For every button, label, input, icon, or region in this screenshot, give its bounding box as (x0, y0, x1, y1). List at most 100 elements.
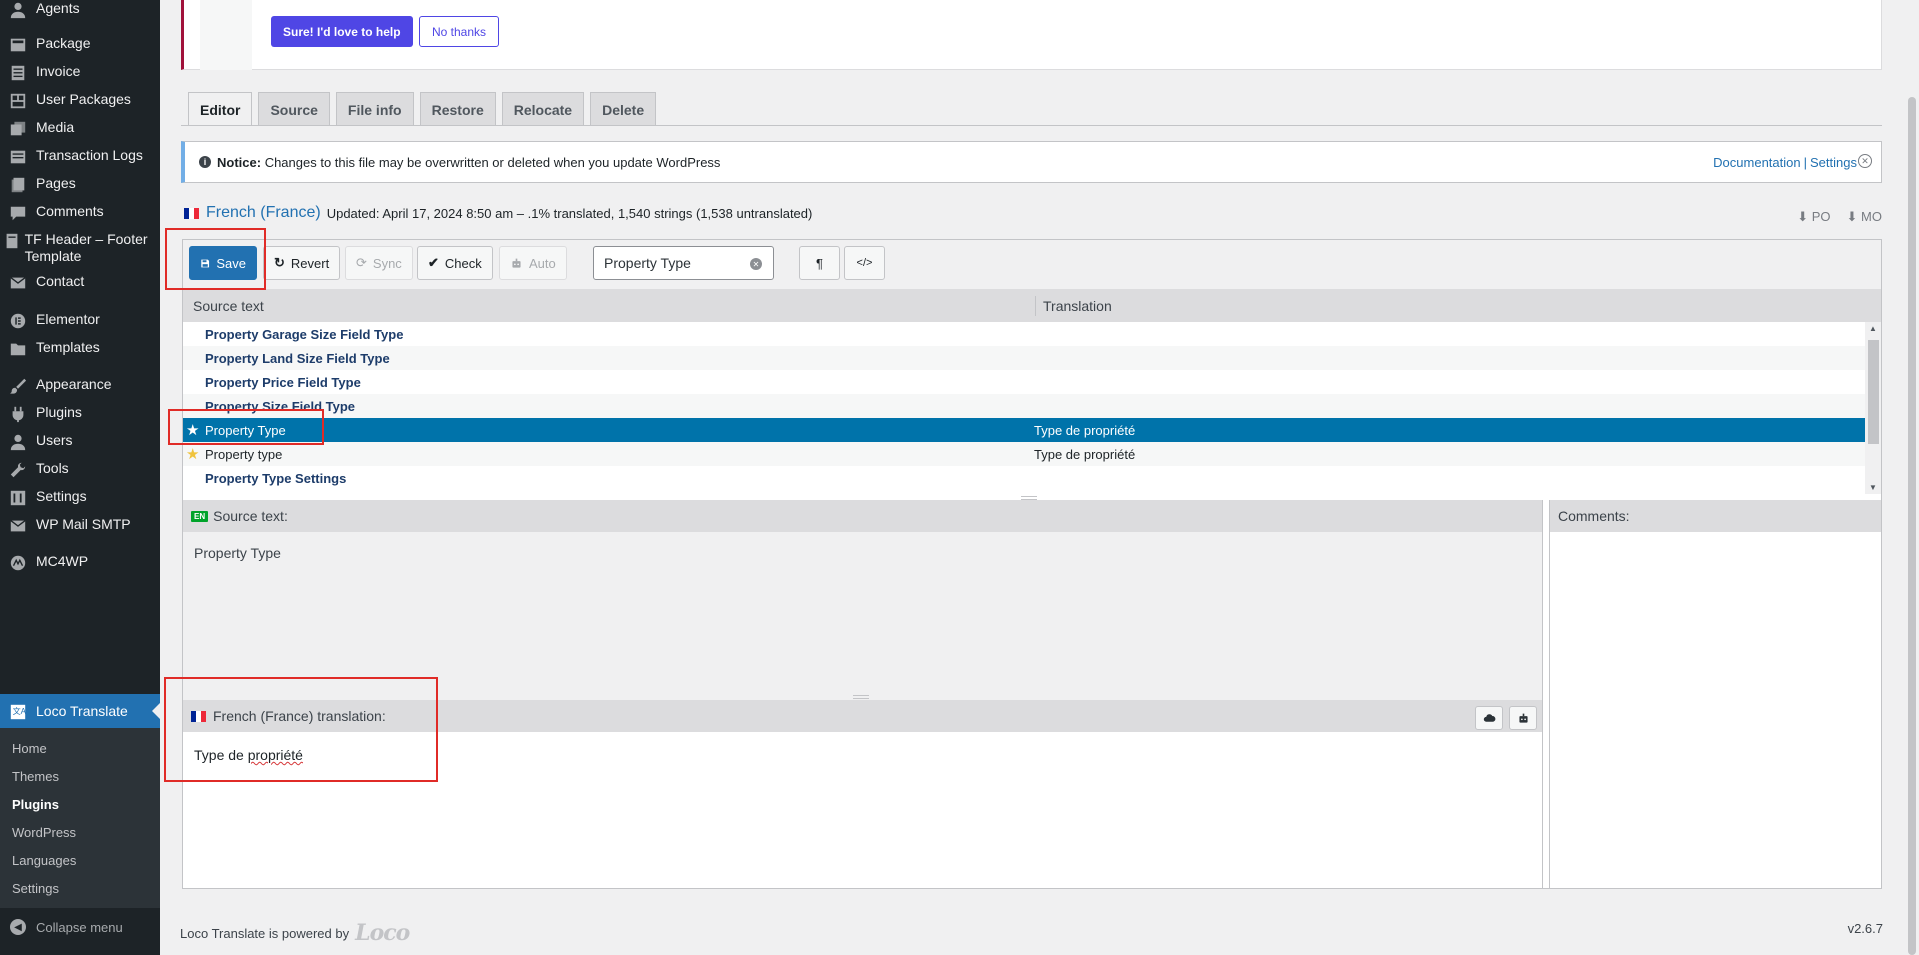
language-name-link[interactable]: French (France) (206, 204, 321, 222)
scroll-down-icon[interactable]: ▼ (1869, 483, 1877, 492)
submenu-item-settings[interactable]: Settings (12, 881, 59, 896)
en-badge: EN (191, 510, 209, 522)
sidebar-item-mc4wp[interactable]: MC4WP (0, 553, 160, 572)
editor-toolbar: Save ↻ Revert ⟳ Sync ✔ Check Auto ✕ ¶ </… (183, 240, 1881, 290)
sidebar-item-contact[interactable]: Contact (0, 273, 160, 292)
machine-translate-button[interactable] (1509, 706, 1537, 730)
submenu-item-plugins[interactable]: Plugins (12, 797, 59, 812)
download-po-button[interactable]: ⬇ PO (1797, 209, 1830, 225)
translation-text-spellcheck: propriété (247, 747, 303, 763)
sidebar-item-tools[interactable]: Tools (0, 460, 160, 479)
sidebar-item-media[interactable]: Media (0, 119, 160, 138)
table-row[interactable]: Property Garage Size Field Type (183, 322, 1865, 346)
sidebar-item-loco-translate[interactable]: 文A Loco Translate (0, 694, 160, 728)
translate-icon: 文A (0, 702, 36, 721)
auto-label: Auto (529, 255, 556, 271)
row-source: Property type (205, 447, 283, 462)
sidebar-item-plugins[interactable]: Plugins (0, 404, 160, 423)
sidebar-item-transaction-logs[interactable]: Transaction Logs (0, 147, 160, 166)
plugin-icon (0, 404, 36, 423)
sidebar-item-label: Comments (36, 203, 104, 219)
sidebar-item-appearance[interactable]: Appearance (0, 376, 160, 395)
sidebar-item-label: Package (36, 35, 91, 51)
download-mo-button[interactable]: ⬇ MO (1847, 209, 1882, 225)
page-scrollbar[interactable] (1905, 0, 1919, 955)
submenu-item-wordpress[interactable]: WordPress (12, 825, 76, 840)
sidebar-item-pages[interactable]: Pages (0, 175, 160, 194)
table-row-selected[interactable]: ★ Property Type Type de propriété (183, 418, 1865, 442)
collapse-label: Collapse menu (36, 919, 123, 935)
table-row[interactable]: Property Size Field Type (183, 394, 1865, 418)
translation-editor: Save ↻ Revert ⟳ Sync ✔ Check Auto ✕ ¶ </… (182, 239, 1882, 889)
table-row[interactable]: ★ Property type Type de propriété (183, 442, 1865, 466)
sidebar-item-label: User Packages (36, 91, 131, 107)
translation-panel-header: French (France) translation: (183, 700, 1542, 732)
download-links: ⬇ PO ⬇ MO (1797, 209, 1882, 225)
sidebar-item-settings[interactable]: Settings (0, 488, 160, 507)
string-list: Property Garage Size Field Type Property… (183, 322, 1865, 494)
tab-editor[interactable]: Editor (188, 92, 253, 126)
sidebar-item-elementor[interactable]: Elementor (0, 311, 160, 330)
admin-sidebar: Agents Package Invoice User Packages Med… (0, 0, 160, 955)
table-row[interactable]: Property Land Size Field Type (183, 346, 1865, 370)
scroll-thumb[interactable] (1868, 340, 1879, 444)
loco-submenu: Home Themes Plugins WordPress Languages … (0, 728, 160, 908)
check-button[interactable]: ✔ Check (417, 246, 493, 280)
mail-smtp-icon (0, 516, 36, 535)
save-button[interactable]: Save (189, 246, 257, 280)
sidebar-item-agents[interactable]: Agents (0, 0, 160, 19)
tab-delete[interactable]: Delete (590, 92, 657, 126)
sidebar-item-label: Elementor (36, 311, 100, 327)
tab-source[interactable]: Source (258, 92, 330, 126)
sync-button[interactable]: ⟳ Sync (345, 246, 413, 280)
sidebar-item-package[interactable]: Package (0, 35, 160, 54)
sidebar-item-users[interactable]: Users (0, 432, 160, 451)
revert-button[interactable]: ↻ Revert (263, 246, 341, 280)
love-to-help-button[interactable]: Sure! I'd love to help (271, 16, 413, 47)
toggle-invisibles-button[interactable]: ¶ (799, 246, 840, 280)
sidebar-item-wp-mail-smtp[interactable]: WP Mail SMTP (0, 516, 160, 535)
filter-search-input[interactable] (593, 246, 774, 280)
tab-relocate[interactable]: Relocate (501, 92, 585, 126)
auto-button[interactable]: Auto (499, 246, 567, 280)
notice-label: Notice: (217, 154, 262, 170)
tab-file-info[interactable]: File info (335, 92, 414, 126)
download-icon: ⬇ (1797, 209, 1809, 224)
submenu-item-home[interactable]: Home (12, 741, 47, 756)
translation-column-header[interactable]: Translation (1043, 298, 1112, 314)
template-icon (0, 231, 25, 250)
translation-textarea[interactable]: Type de propriété (194, 747, 303, 763)
documentation-link[interactable]: Documentation (1713, 155, 1800, 170)
page-scroll-thumb[interactable] (1908, 97, 1916, 955)
sidebar-item-templates[interactable]: Templates (0, 339, 160, 358)
sync-icon: ⟳ (356, 255, 367, 270)
list-scrollbar[interactable]: ▲ ▼ (1865, 322, 1881, 494)
settings-icon (0, 488, 36, 507)
panel-resize-handle[interactable] (853, 695, 869, 699)
tab-restore[interactable]: Restore (419, 92, 496, 126)
list-icon (0, 147, 36, 166)
table-row[interactable]: Property Type Settings (183, 466, 1865, 490)
no-thanks-button[interactable]: No thanks (419, 16, 500, 47)
cloud-translate-button[interactable] (1475, 706, 1503, 730)
sidebar-item-tf-header-footer[interactable]: TF Header – Footer Template (0, 231, 150, 265)
revert-label: Revert (290, 255, 330, 271)
source-column-header[interactable]: Source text (193, 298, 264, 314)
scroll-up-icon[interactable]: ▲ (1869, 324, 1877, 333)
collapse-menu-button[interactable]: ◀ Collapse menu (10, 919, 123, 935)
submenu-item-languages[interactable]: Languages (12, 853, 76, 868)
sidebar-item-user-packages[interactable]: User Packages (0, 91, 160, 110)
toggle-code-view-button[interactable]: </> (844, 246, 885, 280)
settings-link[interactable]: Settings (1810, 155, 1857, 170)
table-row[interactable]: Property Price Field Type (183, 370, 1865, 394)
sidebar-item-comments[interactable]: Comments (0, 203, 160, 222)
editor-tabs: Editor Source File info Restore Relocate… (188, 92, 657, 126)
column-divider[interactable] (1035, 296, 1036, 316)
clear-search-icon[interactable]: ✕ (750, 258, 762, 270)
submenu-item-themes[interactable]: Themes (12, 769, 59, 784)
loco-logo[interactable]: Loco (355, 920, 410, 946)
sidebar-item-invoice[interactable]: Invoice (0, 63, 160, 82)
sidebar-item-label: Users (36, 432, 73, 448)
sidebar-item-label: Tools (36, 460, 69, 476)
close-icon[interactable]: ✕ (1858, 154, 1872, 168)
